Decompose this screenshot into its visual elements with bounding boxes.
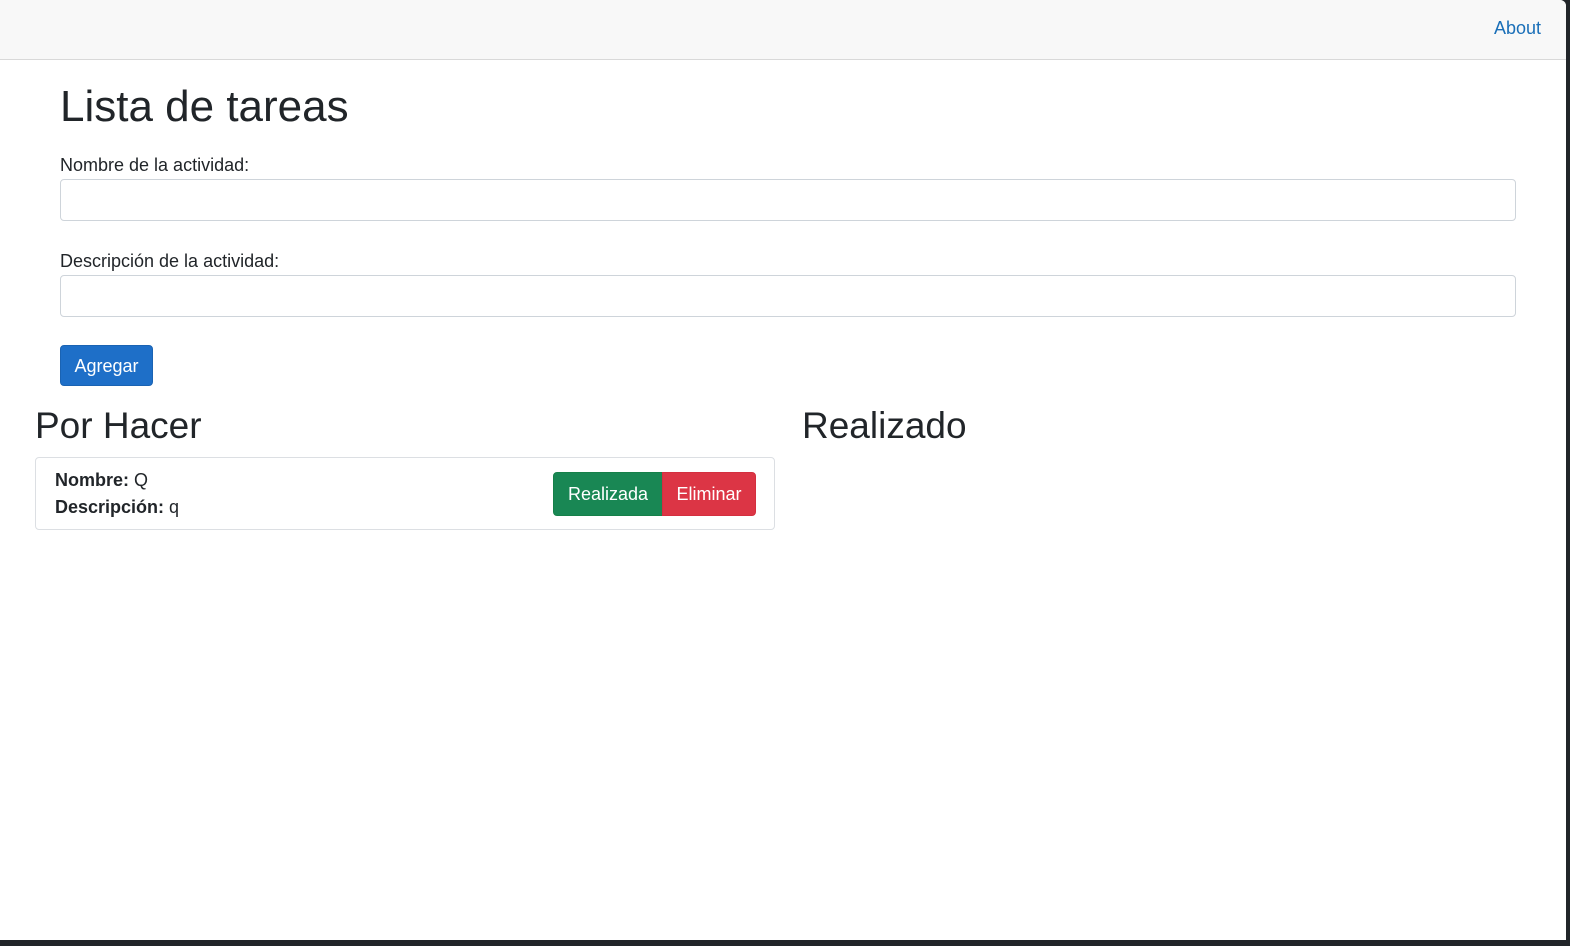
activity-description-label: Descripción de la actividad:: [60, 251, 280, 271]
page-title: Lista de tareas: [60, 82, 349, 131]
done-section-title: Realizado: [802, 405, 967, 446]
task-name-label: Nombre:: [55, 470, 130, 490]
todo-section-title: Por Hacer: [35, 405, 202, 446]
task-description-label: Descripción:: [55, 497, 165, 517]
task-description-value: q: [169, 497, 180, 517]
task-card: Nombre: Q Descripción: q Realizada Elimi…: [35, 457, 775, 530]
activity-description-input[interactable]: [60, 275, 1516, 317]
task-name-line: Nombre: Q: [55, 469, 148, 491]
top-navbar: About: [0, 0, 1566, 60]
activity-name-input[interactable]: [60, 179, 1516, 221]
task-name-value: Q: [134, 470, 149, 490]
activity-name-label: Nombre de la actividad:: [60, 155, 250, 175]
browser-window: About Lista de tareas Nombre de la activ…: [0, 0, 1566, 940]
add-task-button[interactable]: Agregar: [60, 345, 153, 386]
task-description-line: Descripción: q: [55, 496, 179, 518]
nav-about-link[interactable]: About: [1494, 17, 1541, 39]
delete-task-button[interactable]: Eliminar: [662, 472, 756, 516]
mark-done-button[interactable]: Realizada: [553, 472, 663, 516]
